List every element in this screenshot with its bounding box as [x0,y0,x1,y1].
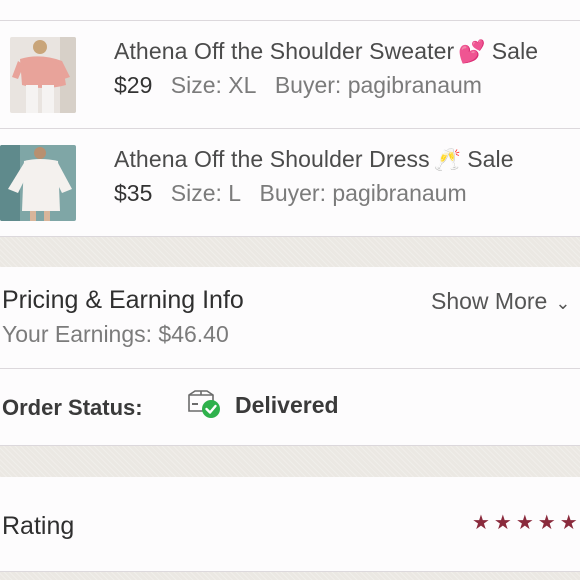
order-status-label: Order Status: [2,395,143,420]
item-title[interactable]: Athena Off the Shoulder Sweater 💕 Sale [114,38,538,65]
show-more-button[interactable]: Show More ⌄ [431,288,570,315]
list-item[interactable]: Athena Off the Shoulder Sweater 💕 Sale $29… [0,21,580,129]
buyer-value: pagibranaum [347,72,482,98]
item-title[interactable]: Athena Off the Shoulder Dress 🥂 Sale [114,146,514,173]
clinking-glasses-emoji: 🥂 [433,147,462,172]
item-title-text: Athena Off the Shoulder Dress [114,146,430,172]
chevron-down-icon: ⌄ [555,293,571,313]
item-thumbnail[interactable] [10,37,76,113]
rating-stars: ★★★★★ [472,512,580,534]
show-more-label: Show More [431,288,548,314]
item-title-suffix: Sale [491,38,539,64]
buyer-label: Buyer: [259,180,326,206]
order-status-section: Order Status: Delivered [0,369,580,446]
buyer-label: Buyer: [274,72,342,98]
delivered-box-check-icon [186,389,222,419]
size-value: XL [228,72,257,98]
list-item[interactable]: Athena Off the Shoulder Dress 🥂 Sale $35 S… [0,129,580,237]
top-card-edge [0,0,580,21]
item-meta: $29 Size: XL Buyer: pagibranaum [114,72,494,99]
size-value: L [228,180,242,206]
item-price: $35 [114,180,153,206]
section-separator [0,572,580,580]
item-title-suffix: Sale [467,146,514,172]
item-meta: $35 Size: L Buyer: pagibranaum [114,180,479,207]
pricing-section: Pricing & Earning Info Show More ⌄ Your E… [0,267,580,369]
section-separator [0,446,580,477]
your-earnings: Your Earnings: $46.40 [2,321,229,347]
buyer-value: pagibranaum [332,180,467,206]
item-title-text: Athena Off the Shoulder Sweater [114,38,455,64]
size-label: Size: [170,180,222,206]
item-thumbnail[interactable] [0,145,76,221]
item-price: $29 [114,72,153,98]
rating-label: Rating [2,512,75,540]
order-status-value: Delivered [235,392,339,418]
pricing-title: Pricing & Earning Info [2,286,244,314]
section-separator [0,237,580,267]
rating-section: Rating ★★★★★ [0,477,580,572]
size-label: Size: [170,72,222,98]
hearts-emoji: 💕 [458,39,486,64]
